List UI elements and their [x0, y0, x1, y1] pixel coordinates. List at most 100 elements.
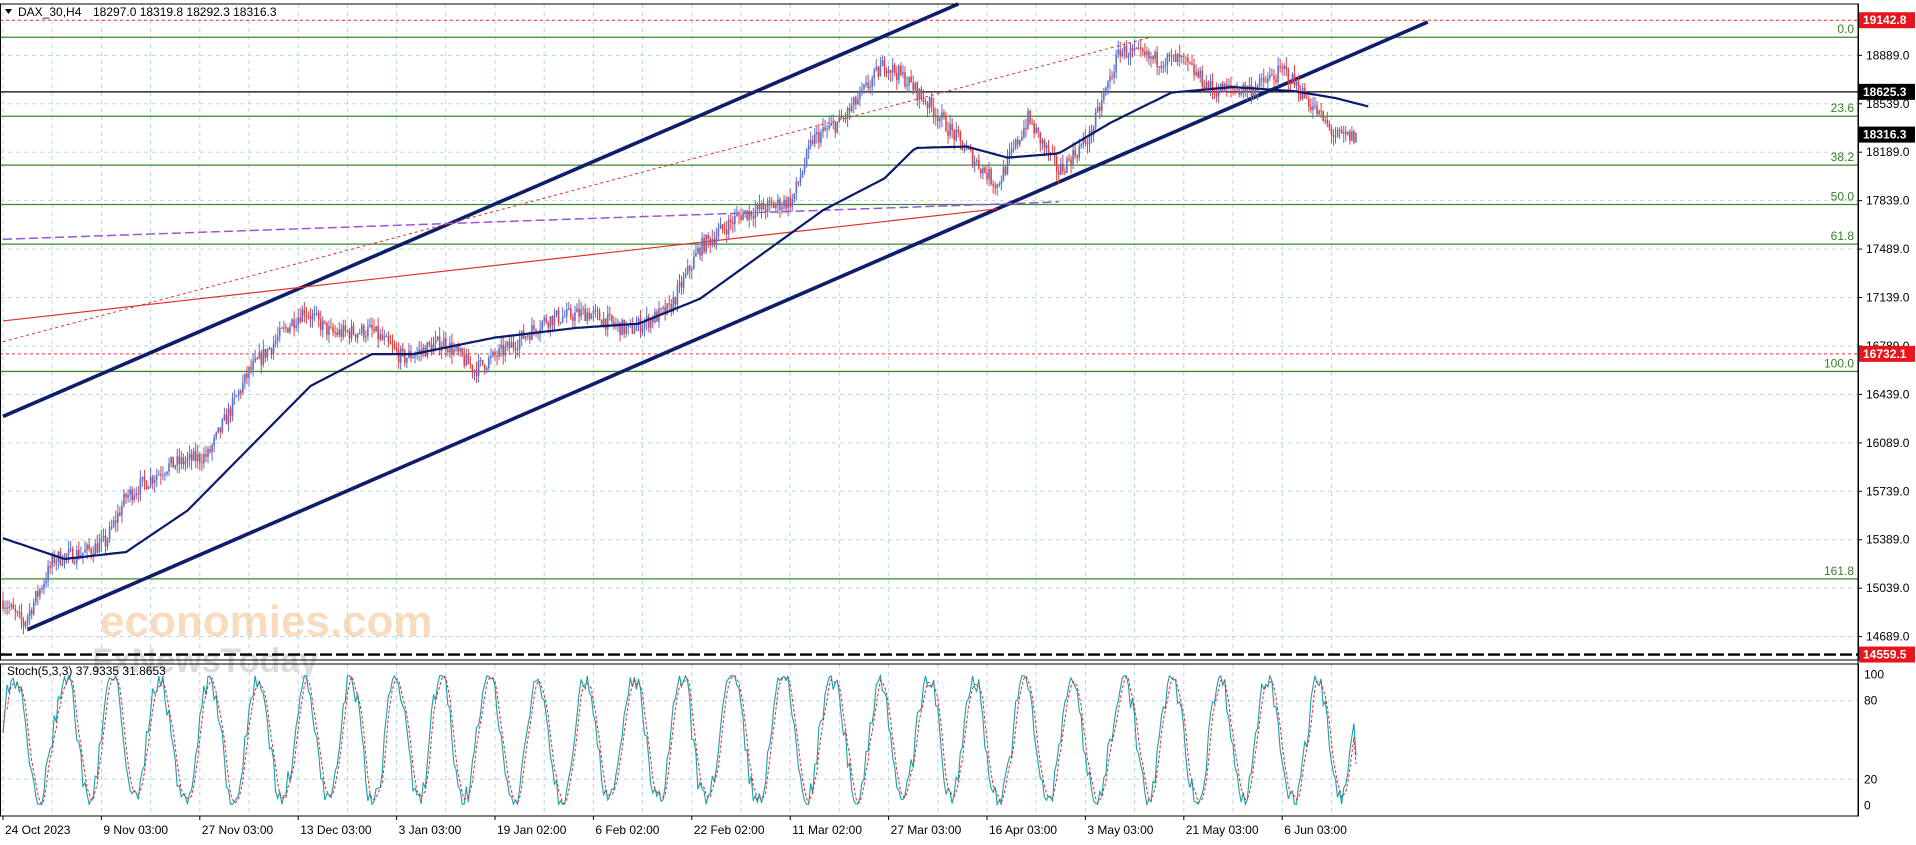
candle-body: [479, 359, 482, 361]
candle-body: [582, 308, 584, 310]
candle-body: [758, 204, 761, 210]
candle-body: [350, 325, 353, 339]
candle-body: [527, 335, 529, 337]
candle-body: [516, 348, 519, 351]
candle-body: [301, 309, 304, 322]
candle-body: [1160, 66, 1163, 69]
price-tag-label: 16732.1: [1863, 347, 1907, 361]
candle-body: [119, 512, 121, 516]
candle-body: [260, 352, 263, 365]
candle-body: [358, 333, 361, 335]
candle-body: [1340, 130, 1343, 134]
candle-body: [295, 325, 297, 329]
candle-body: [824, 127, 826, 130]
candle-body: [16, 611, 19, 613]
candle-body: [434, 339, 437, 344]
candle-body: [168, 463, 170, 472]
candle-body: [471, 364, 474, 373]
candle-body: [939, 118, 941, 122]
candle-body: [326, 322, 328, 335]
candle-body: [598, 311, 601, 321]
candle-body: [498, 348, 500, 357]
candle-body: [213, 437, 215, 446]
candle-body: [315, 312, 318, 314]
candle-body: [459, 348, 461, 352]
candle-body: [941, 112, 943, 119]
dax-chart-window[interactable]: economies.com FxNewsToday 0.0 23.6 38.2 50.…: [0, 0, 1916, 840]
candle-body: [682, 277, 685, 288]
candle-body: [1060, 163, 1062, 175]
candle-body: [859, 90, 861, 99]
candle-body: [307, 315, 310, 317]
candle-body: [746, 210, 748, 220]
candle-body: [131, 489, 133, 500]
candle-body: [30, 610, 33, 615]
candle-body: [1178, 54, 1181, 58]
candle-body: [1275, 79, 1277, 83]
candle-body: [1295, 81, 1298, 86]
candle-body: [442, 338, 445, 347]
candle-body: [278, 328, 281, 337]
candle-body: [713, 239, 716, 244]
candle-body: [1107, 81, 1109, 88]
candle-body: [533, 325, 535, 330]
candle-body: [289, 326, 291, 333]
candle-body: [574, 312, 576, 321]
y-tick-label: 15739.0: [1866, 484, 1910, 498]
candle-body: [483, 364, 486, 370]
candle-body: [512, 342, 515, 348]
candle-body: [67, 549, 70, 555]
candle-body: [742, 213, 744, 221]
candle-body: [1096, 106, 1099, 112]
candle-body: [155, 475, 158, 480]
candle-body: [369, 324, 371, 327]
candle-body: [721, 224, 724, 229]
stochastic-label: Stoch(5,3,3) 37.9335 31.8653: [7, 664, 166, 678]
candle-body: [924, 102, 927, 104]
candle-body: [711, 239, 714, 245]
candle-body: [1119, 49, 1122, 57]
candle-body: [543, 317, 545, 322]
candle-body: [789, 197, 791, 207]
candle-body: [283, 327, 285, 329]
candle-body: [799, 177, 802, 183]
candle-body: [928, 97, 931, 109]
candle-body: [1277, 65, 1279, 83]
candle-body: [861, 89, 863, 91]
candle-body: [984, 167, 986, 173]
candle-body: [803, 165, 806, 173]
candle-body: [28, 610, 31, 617]
x-tick-label: 3 May 03:00: [1087, 823, 1153, 837]
price-tag-label: 14559.5: [1863, 648, 1907, 662]
candle-body: [108, 526, 111, 540]
y-tick-label: 17489.0: [1866, 242, 1910, 256]
candle-body: [779, 199, 781, 211]
candle-body: [1062, 163, 1064, 172]
candle-body: [816, 132, 818, 135]
candle-body: [100, 537, 103, 543]
candle-body: [695, 253, 697, 257]
candle-body: [840, 115, 843, 119]
candle-body: [336, 332, 338, 335]
candle-body: [1111, 76, 1113, 78]
candle-body: [237, 391, 240, 396]
candle-body: [902, 72, 904, 75]
candle-body: [110, 526, 113, 528]
candle-body: [94, 543, 97, 556]
candle-body: [51, 556, 53, 568]
candle-body: [871, 78, 873, 87]
candle-body: [496, 355, 498, 357]
candle-body: [322, 320, 324, 330]
candle-body: [174, 465, 176, 468]
candle-body: [90, 549, 92, 554]
candle-body: [287, 327, 289, 333]
candle-body: [791, 198, 794, 207]
candle-body: [1133, 48, 1136, 51]
candle-body: [404, 351, 406, 363]
candle-body: [47, 565, 49, 581]
candle-body: [1203, 86, 1206, 89]
candle-body: [182, 457, 185, 465]
candle-body: [865, 82, 867, 85]
candle-body: [1205, 82, 1208, 89]
candle-body: [309, 316, 312, 320]
